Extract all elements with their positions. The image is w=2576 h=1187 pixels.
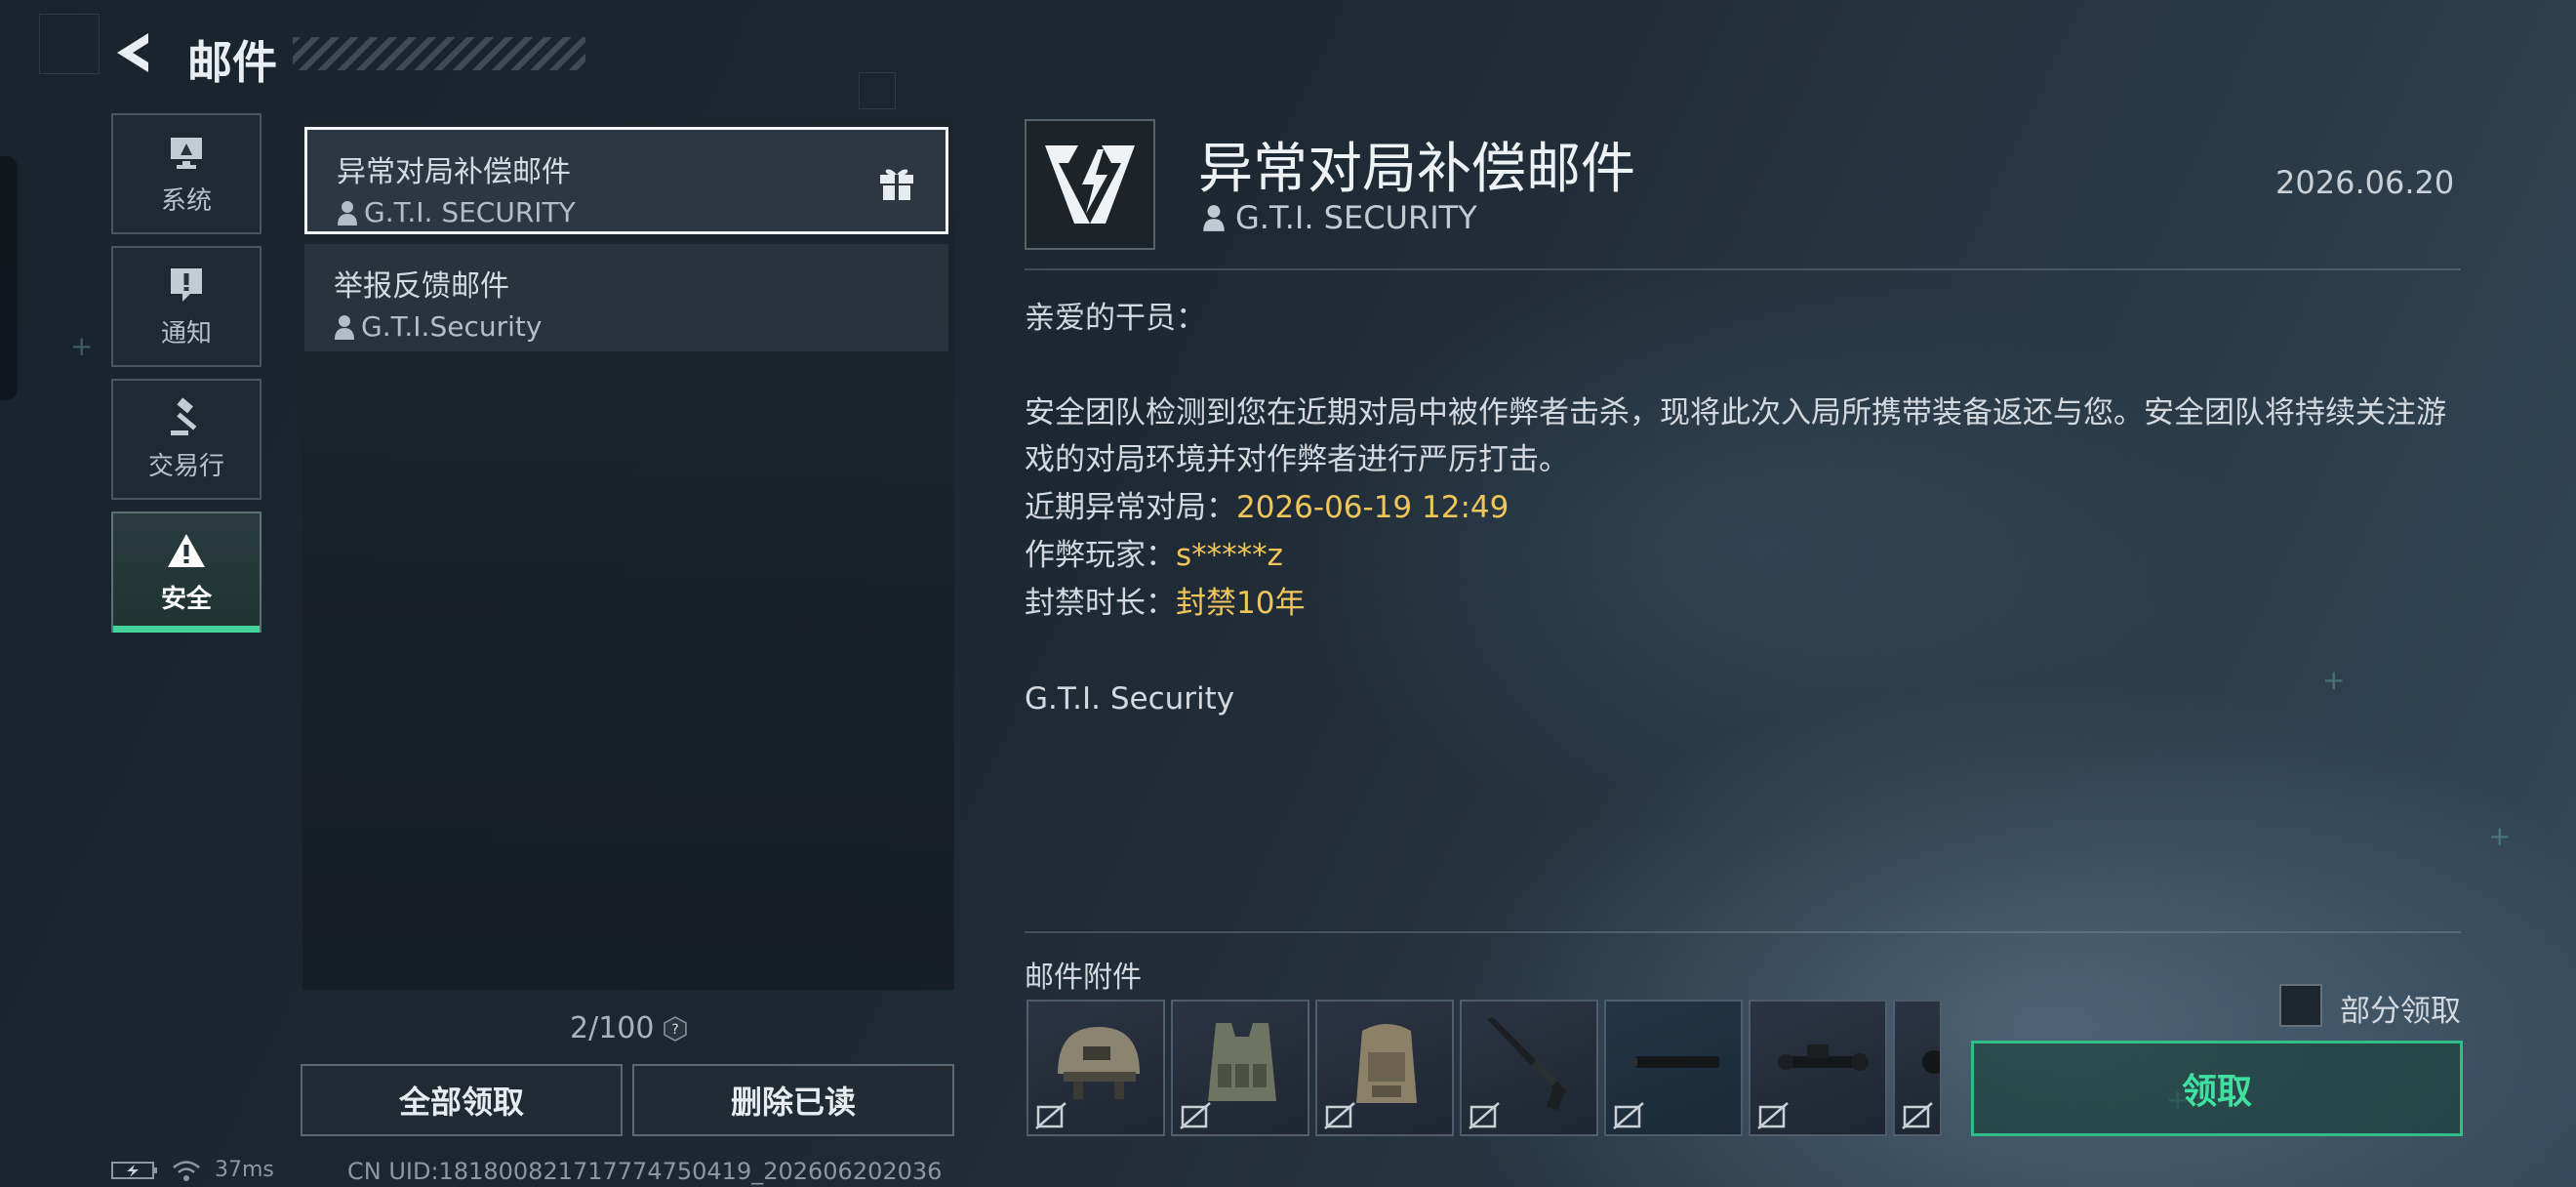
mail-date: 2026.06.20 <box>2275 164 2455 201</box>
no-trade-icon <box>1469 1102 1500 1129</box>
sender-logo <box>1025 119 1155 250</box>
no-trade-icon <box>1324 1102 1355 1129</box>
partial-claim-label: 部分领取 <box>2340 994 2461 1029</box>
person-icon <box>335 314 354 340</box>
helmet-icon <box>1058 1027 1140 1099</box>
mail-greeting: 亲爱的干员： <box>1025 301 1206 336</box>
backpack-icon <box>1356 1024 1417 1103</box>
hud-frame-deco <box>859 72 896 109</box>
rifle-icon <box>1487 1017 1567 1111</box>
partial-item-icon <box>1922 1050 1940 1074</box>
gavel-icon <box>171 396 197 435</box>
divider <box>1025 268 2461 270</box>
mail-sender: G.T.I. SECURITY <box>337 196 916 228</box>
exclamation-icon <box>171 267 202 302</box>
status-bar: 37ms <box>111 1158 274 1182</box>
mail-subject: 异常对局补偿邮件 <box>337 155 571 189</box>
mail-paragraph: 安全团队检测到您在近期对局中被作弊者击杀，现将此次入局所携带装备返还与您。安全团… <box>1025 395 2446 477</box>
mail-count: 2/100 <box>570 1011 655 1045</box>
gti-logo-icon <box>1045 145 1135 224</box>
mail-counter: 2/100 ? <box>570 1011 689 1045</box>
tab-notice[interactable]: 通知 <box>111 246 262 367</box>
suppressor-icon <box>1630 1056 1719 1068</box>
tab-trading[interactable]: 交易行 <box>111 379 262 500</box>
mail-sender: G.T.I.Security <box>334 310 919 343</box>
tab-security[interactable]: 安全 <box>111 512 262 633</box>
header-stripes-deco <box>293 37 585 70</box>
warning-icon <box>168 533 205 567</box>
cheater-label: 作弊玩家： <box>1025 538 1176 573</box>
tab-label: 交易行 <box>147 451 224 481</box>
svg-text:?: ? <box>672 1022 679 1038</box>
mail-match-line: 近期异常对局：2026-06-19 12:49 <box>1025 484 2459 531</box>
no-trade-icon <box>1757 1102 1789 1129</box>
monitor-icon <box>171 137 202 169</box>
battery-icon <box>111 1161 157 1179</box>
ban-label: 封禁时长： <box>1025 586 1176 621</box>
mail-sender-name: G.T.I. SECURITY <box>364 196 576 228</box>
hud-frame-deco <box>39 14 100 74</box>
mail-sender-name: G.T.I.Security <box>361 310 543 343</box>
back-arrow-icon[interactable] <box>109 27 160 78</box>
attachment-slot[interactable] <box>1171 1000 1309 1136</box>
partial-claim-checkbox[interactable] <box>2279 984 2322 1027</box>
match-label: 近期异常对局： <box>1025 490 1236 525</box>
left-edge-bar <box>0 156 18 400</box>
tab-label: 系统 <box>160 185 212 216</box>
plus-deco: + <box>70 330 94 362</box>
tab-system[interactable]: 系统 <box>111 113 262 234</box>
uid-text: CN UID:181800821717774750419_20260620203… <box>347 1158 943 1185</box>
person-icon <box>338 200 357 225</box>
tab-label: 通知 <box>160 318 212 348</box>
cheater-value: s*****z <box>1176 538 1283 573</box>
wifi-icon <box>173 1160 200 1181</box>
attachment-slot[interactable] <box>1026 1000 1165 1136</box>
no-trade-icon <box>1180 1102 1211 1129</box>
attachment-slot[interactable] <box>1315 1000 1454 1136</box>
mail-detail-sender-name: G.T.I. SECURITY <box>1235 199 1477 236</box>
tab-label: 安全 <box>160 584 212 614</box>
claim-button[interactable]: 领取 <box>1971 1041 2463 1136</box>
claim-all-button[interactable]: 全部领取 <box>301 1064 623 1136</box>
no-trade-icon <box>1613 1102 1644 1129</box>
ban-value: 封禁10年 <box>1176 586 1306 621</box>
mail-detail-title: 异常对局补偿邮件 <box>1198 138 1635 201</box>
mail-detail-sender: G.T.I. SECURITY <box>1202 199 1477 236</box>
gift-icon <box>880 169 913 200</box>
mail-item-selected[interactable]: 异常对局补偿邮件 G.T.I. SECURITY <box>304 127 948 234</box>
page-title: 邮件 <box>187 36 277 89</box>
no-trade-icon <box>1035 1102 1067 1129</box>
attachment-slot[interactable] <box>1604 1000 1743 1136</box>
vest-icon <box>1208 1023 1276 1101</box>
attachments-label: 邮件附件 <box>1025 961 1142 995</box>
divider <box>1025 931 2461 933</box>
match-value: 2026-06-19 12:49 <box>1236 490 1509 525</box>
mail-ban-line: 封禁时长：封禁10年 <box>1025 580 2459 627</box>
attachment-slot[interactable] <box>1460 1000 1598 1136</box>
mail-item[interactable]: 举报反馈邮件 G.T.I.Security <box>304 244 948 351</box>
no-trade-icon <box>1902 1102 1933 1129</box>
mail-cheater-line: 作弊玩家：s*****z <box>1025 532 2459 579</box>
mail-signature: G.T.I. Security <box>1025 681 1235 716</box>
scope-icon <box>1778 1044 1869 1071</box>
person-icon <box>1203 205 1225 231</box>
attachment-slot-partial[interactable] <box>1893 1000 1942 1136</box>
plus-deco: + <box>2488 820 2512 852</box>
help-icon[interactable]: ? <box>662 1015 689 1043</box>
mail-subject: 举报反馈邮件 <box>334 269 509 304</box>
ping-value: 37ms <box>215 1158 274 1182</box>
delete-read-button[interactable]: 删除已读 <box>632 1064 954 1136</box>
attachment-slot[interactable] <box>1749 1000 1887 1136</box>
